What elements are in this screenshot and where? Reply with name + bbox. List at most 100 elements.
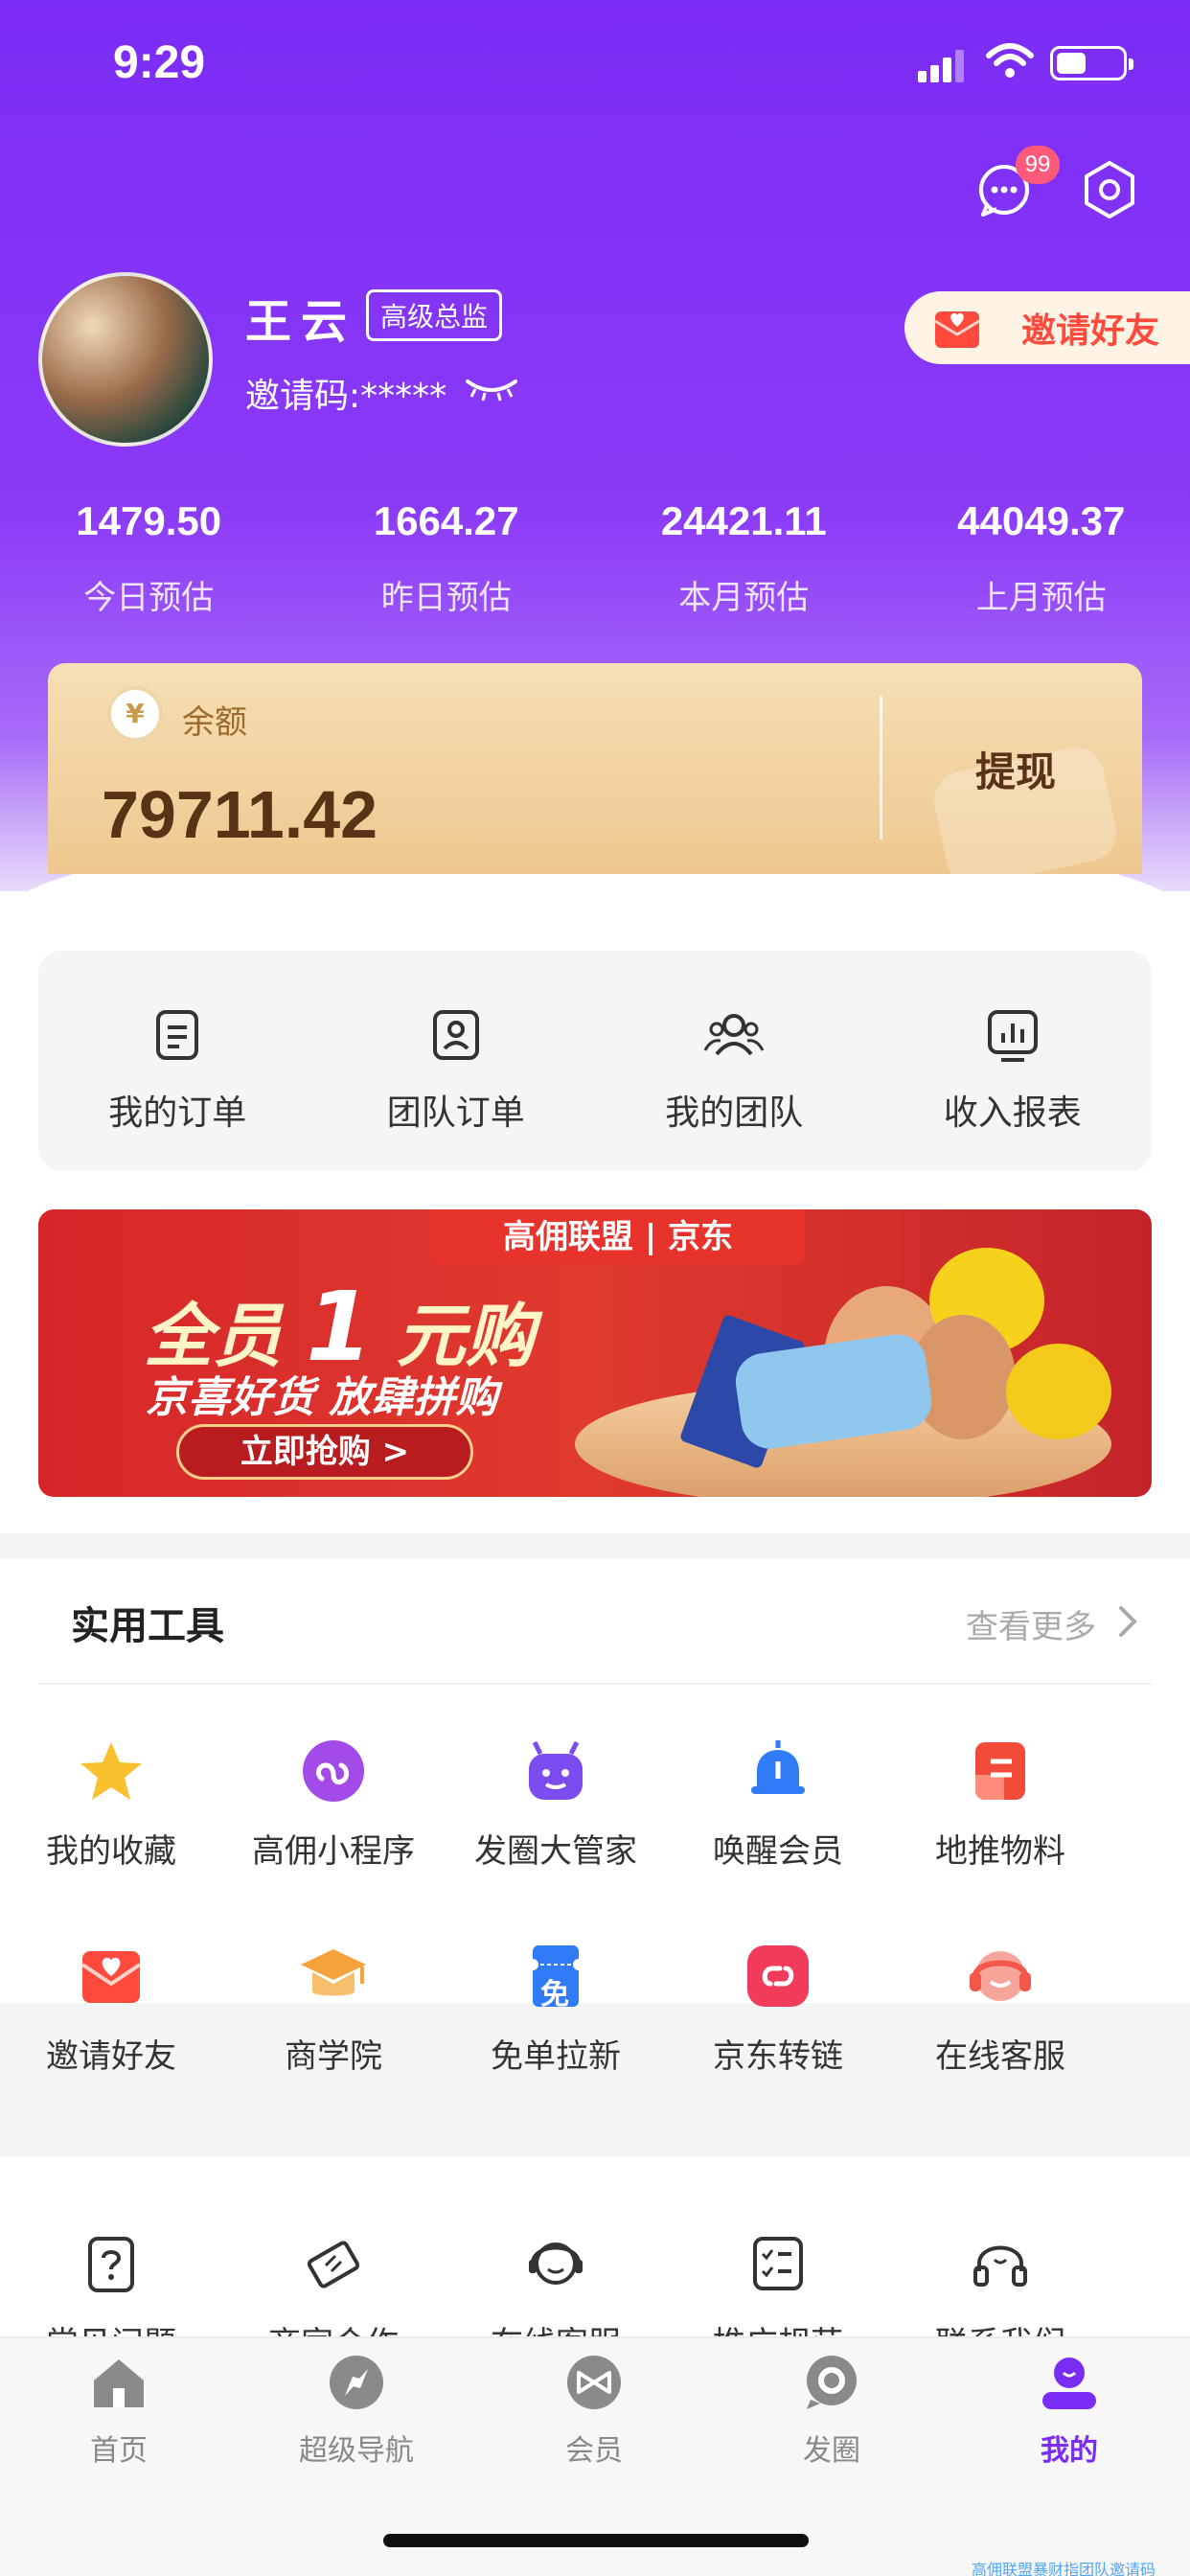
tools-more-link[interactable]: 查看更多 [966, 1600, 1096, 1647]
home-indicator[interactable] [383, 2534, 809, 2547]
quick-action-label: 我的订单 [108, 1093, 247, 1133]
tool-favorites[interactable]: 我的收藏 [0, 1736, 222, 1872]
help-faq[interactable]: 常见问题 [0, 2229, 222, 2338]
member-icon [567, 2356, 621, 2409]
eye-closed-icon[interactable] [464, 374, 519, 402]
balance-value: 79711.42 [102, 777, 378, 852]
stat-label: 上月预估 [975, 579, 1107, 617]
tool-invite-friends[interactable]: 邀请好友 [0, 1942, 222, 2077]
banner-tag: 高佣联盟 | 京东 [431, 1209, 805, 1265]
income-report-button[interactable]: 收入报表 [874, 951, 1153, 1171]
tab-label: 首页 [90, 2434, 148, 2468]
tab-home[interactable]: 首页 [0, 2352, 238, 2469]
balance-card: ¥ 余额 79711.42 提现 [48, 663, 1142, 874]
help-guidelines[interactable]: 推广规范 [667, 2229, 889, 2338]
chevron-right-icon[interactable] [1115, 1602, 1140, 1641]
profile-icon [1042, 2358, 1096, 2409]
quick-action-label: 收入报表 [943, 1093, 1082, 1133]
stat-label: 今日预估 [83, 579, 215, 617]
banner-cta-button[interactable]: 立即抢购 > [176, 1424, 473, 1480]
tool-label: 发圈大管家 [474, 1832, 637, 1871]
quick-action-label: 我的团队 [665, 1093, 804, 1133]
bell-icon [751, 1740, 805, 1794]
tab-label: 超级导航 [299, 2434, 414, 2468]
earnings-stats: 1479.50 今日预估 1664.27 昨日预估 24421.11 本月预估 … [0, 498, 1190, 618]
tab-navigation[interactable]: 超级导航 [238, 2352, 475, 2469]
question-icon [88, 2237, 134, 2292]
tool-label: 京东转链 [713, 2037, 843, 2076]
quick-actions: 我的订单 团队订单 我的团队 收入报表 [38, 951, 1152, 1171]
watermark: 高佣联盟暴财指团队邀请码1688 [972, 2561, 1156, 2576]
tool-business-school[interactable]: 商学院 [222, 1942, 445, 2077]
tab-moments[interactable]: 发圈 [713, 2352, 950, 2469]
coin-icon: ¥ [107, 686, 163, 742]
battery-icon [1050, 46, 1133, 80]
tab-label: 我的 [1041, 2434, 1098, 2468]
navigation-icon [330, 2356, 383, 2409]
stat-value: 1664.27 [373, 498, 519, 543]
stat-label: 昨日预估 [380, 579, 512, 617]
tool-promo-materials[interactable]: 地推物料 [889, 1736, 1111, 1872]
tool-label: 高佣小程序 [252, 1832, 415, 1871]
my-orders-button[interactable]: 我的订单 [38, 951, 317, 1171]
handshake-icon [307, 2241, 360, 2288]
tool-mini-program[interactable]: 高佣小程序 [222, 1736, 445, 1872]
stat-this-month[interactable]: 24421.11 本月预估 [595, 498, 893, 618]
promo-banner[interactable]: 高佣联盟 | 京东 全员 1 元购 京喜好货 放肆拼购 立即抢购 > [38, 1209, 1152, 1497]
help-label: 商家合作 [268, 2317, 399, 2338]
envelope-heart-icon [80, 1951, 142, 2003]
status-bar: 9:29 [0, 0, 1190, 134]
avatar[interactable] [38, 272, 213, 447]
tool-wake-members[interactable]: 唤醒会员 [667, 1736, 889, 1872]
document-icon [975, 1742, 1025, 1800]
tab-member[interactable]: 会员 [475, 2352, 713, 2469]
tools-row-2: 邀请好友 商学院 免 免单拉新 京东转链 在线客服 [0, 1942, 1190, 2077]
envelope-heart-icon [934, 311, 980, 348]
stat-today[interactable]: 1479.50 今日预估 [0, 498, 298, 618]
my-team-button[interactable]: 我的团队 [595, 951, 874, 1171]
tool-label: 免单拉新 [491, 2037, 621, 2076]
tool-online-service[interactable]: 在线客服 [889, 1942, 1111, 2077]
support-icon [529, 2242, 583, 2285]
tool-moments-manager[interactable]: 发圈大管家 [445, 1736, 667, 1872]
tab-label: 会员 [565, 2434, 623, 2468]
headset-icon [970, 1951, 1031, 2001]
tool-jd-link[interactable]: 京东转链 [667, 1942, 889, 2077]
help-business[interactable]: 商家合作 [222, 2229, 445, 2338]
stat-value: 1479.50 [76, 498, 222, 543]
tool-label: 我的收藏 [46, 1832, 176, 1871]
report-icon [987, 1010, 1038, 1062]
stat-yesterday[interactable]: 1664.27 昨日预估 [298, 498, 596, 618]
settings-icon[interactable] [1079, 159, 1140, 220]
help-row: 常见问题 商家合作 在线客服 推广规范 联系我们 [0, 2229, 1190, 2338]
free-ticket-text: 免 [540, 1978, 569, 2012]
stat-value: 24421.11 [660, 498, 827, 543]
help-label: 常见问题 [46, 2317, 176, 2338]
checklist-icon [753, 2237, 803, 2290]
tool-label: 地推物料 [935, 1832, 1065, 1871]
message-badge: 99 [1016, 146, 1060, 184]
tools-title: 实用工具 [71, 1604, 224, 1648]
stat-last-month[interactable]: 44049.37 上月预估 [893, 498, 1190, 618]
tab-label: 发圈 [803, 2434, 860, 2468]
help-contact[interactable]: 联系我们 [889, 2229, 1111, 2338]
tools-divider [38, 1683, 1152, 1685]
section-divider [0, 2131, 1190, 2156]
banner-lemon [1006, 1344, 1111, 1439]
invite-friends-button[interactable]: 邀请好友 [904, 291, 1190, 364]
team-orders-button[interactable]: 团队订单 [317, 951, 596, 1171]
signal-icon [918, 50, 964, 82]
tool-label: 商学院 [285, 2037, 382, 2076]
tab-profile[interactable]: 我的 [950, 2352, 1188, 2469]
balance-label: 余额 [182, 703, 247, 742]
link-icon [747, 1945, 809, 2007]
withdraw-button[interactable]: 提现 [975, 740, 1056, 798]
help-support[interactable]: 在线客服 [445, 2229, 667, 2338]
star-icon [80, 1742, 142, 1800]
wifi-icon [986, 43, 1034, 78]
tool-free-order[interactable]: 免 免单拉新 [445, 1942, 667, 2077]
graduation-cap-icon [301, 1949, 366, 1996]
banner-subtitle: 京喜好货 放肆拼购 [146, 1373, 498, 1422]
tool-label: 邀请好友 [46, 2037, 176, 2076]
invite-friends-label: 邀请好友 [1021, 311, 1160, 351]
